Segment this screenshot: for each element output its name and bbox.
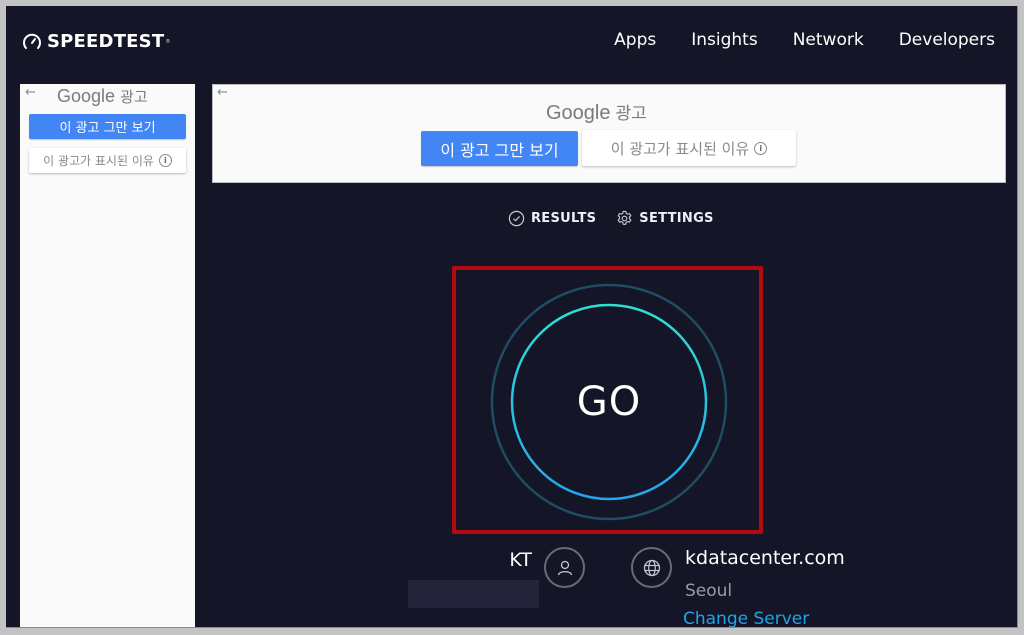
server-name: kdatacenter.com (685, 547, 845, 569)
top-ad-panel: ← Google 광고 이 광고 그만 보기 이 광고가 표시된 이유 i (212, 84, 1006, 183)
top-navigation-bar: SPEEDTEST ® Apps Insights Network Develop… (6, 6, 1017, 78)
result-settings-tabs: RESULTS SETTINGS (508, 210, 734, 227)
isp-name: KT (509, 549, 532, 571)
go-button[interactable]: GO (490, 283, 728, 521)
redacted-ip (408, 580, 539, 608)
stop-ad-button[interactable]: 이 광고 그만 보기 (29, 114, 186, 139)
tab-settings[interactable]: SETTINGS (616, 210, 713, 227)
go-label[interactable]: GO (490, 283, 728, 521)
tab-results[interactable]: RESULTS (508, 210, 596, 227)
user-icon (544, 547, 585, 588)
brand-trademark: ® (165, 38, 171, 45)
check-circle-icon (508, 210, 525, 227)
why-ad-button[interactable]: 이 광고가 표시된 이유 i (582, 130, 796, 166)
left-ad-panel: ← Google 광고 이 광고 그만 보기 이 광고가 표시된 이유 i (20, 84, 195, 627)
server-city: Seoul (685, 581, 733, 601)
ad-title: Google 광고 (546, 102, 647, 124)
gear-icon (617, 210, 632, 225)
speedometer-icon (23, 33, 41, 49)
stop-ad-button[interactable]: 이 광고 그만 보기 (421, 131, 578, 166)
change-server-link[interactable]: Change Server (683, 609, 809, 627)
brand-name: SPEEDTEST (47, 31, 165, 52)
arrow-left-icon[interactable]: ← (25, 85, 36, 100)
info-icon: i (158, 154, 172, 167)
nav-developers[interactable]: Developers (899, 30, 995, 50)
info-icon: i (754, 141, 768, 155)
speedtest-logo[interactable]: SPEEDTEST ® (22, 31, 170, 52)
arrow-left-icon[interactable]: ← (217, 85, 228, 100)
nav-insights[interactable]: Insights (691, 30, 757, 50)
main-nav: Apps Insights Network Developers (579, 30, 995, 50)
globe-icon (631, 547, 672, 588)
speedtest-app: SPEEDTEST ® Apps Insights Network Develop… (6, 6, 1018, 628)
nav-network[interactable]: Network (793, 30, 864, 50)
ad-title: Google 광고 (57, 86, 148, 106)
why-ad-button[interactable]: 이 광고가 표시된 이유 i (29, 148, 186, 173)
nav-apps[interactable]: Apps (614, 30, 656, 50)
